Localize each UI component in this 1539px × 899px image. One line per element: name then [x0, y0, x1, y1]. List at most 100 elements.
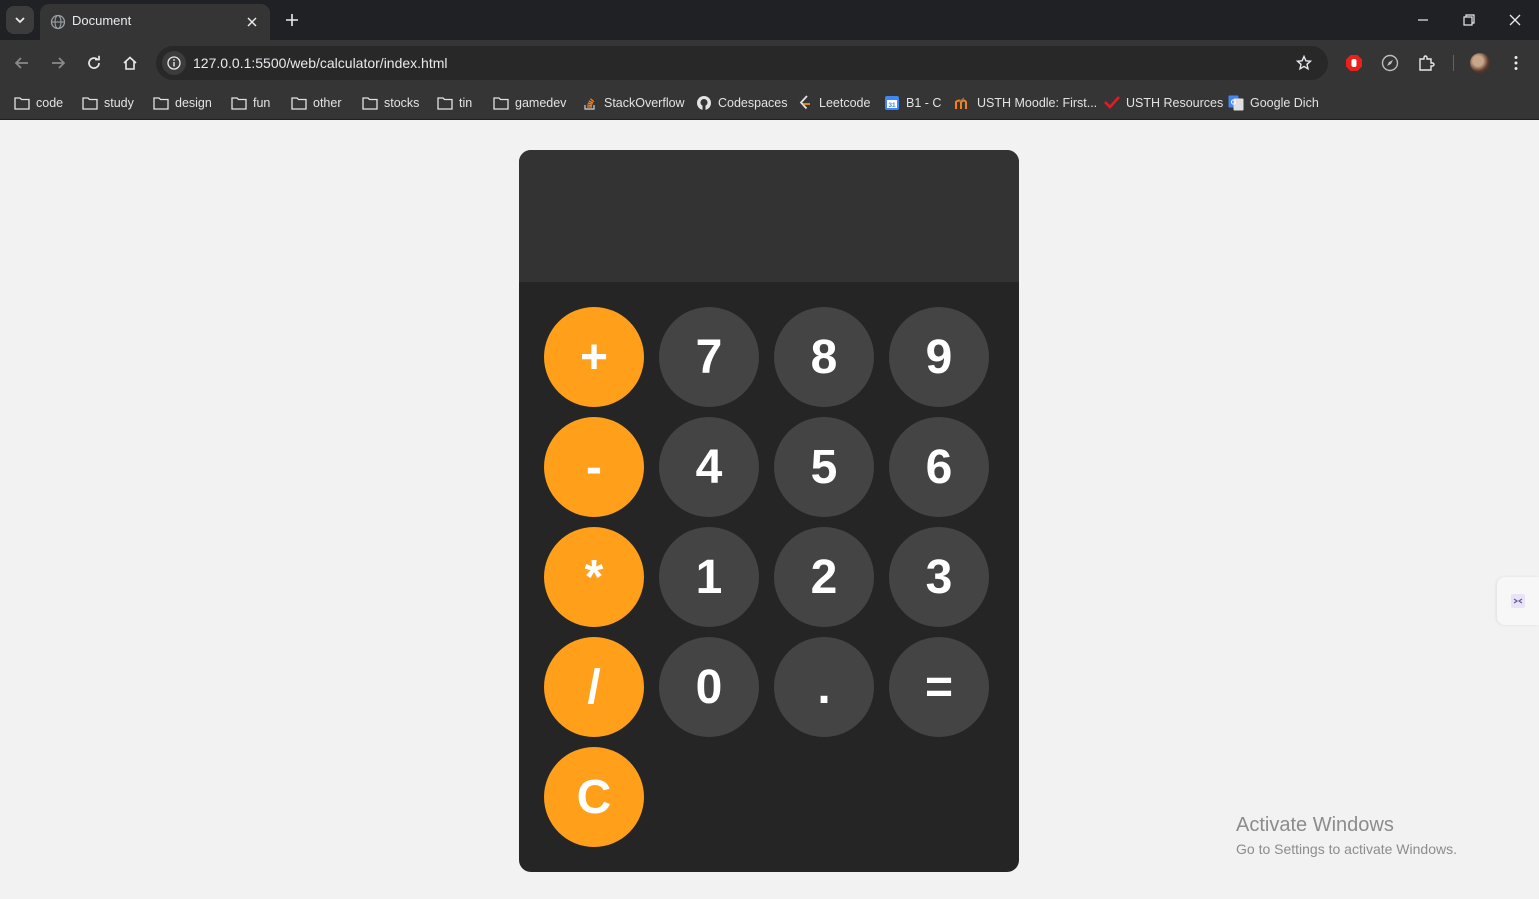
site-info-button[interactable]: [162, 51, 186, 75]
folder-icon: [291, 95, 307, 111]
bookmark-label: design: [175, 96, 212, 110]
bookmark-label: stocks: [384, 96, 420, 110]
equals-button[interactable]: =: [889, 637, 989, 737]
three-button[interactable]: 3: [889, 527, 989, 627]
info-icon: [167, 56, 181, 70]
arrow-right-icon: [52, 57, 66, 69]
two-button[interactable]: 2: [774, 527, 874, 627]
check-icon: [1104, 95, 1120, 111]
bookmark-label: tin: [459, 96, 473, 110]
minus-button[interactable]: -: [544, 417, 644, 517]
seven-button[interactable]: 7: [659, 307, 759, 407]
bookmark-folder-code[interactable]: code: [14, 93, 63, 113]
bookmark-label: StackOverflow: [604, 96, 685, 110]
reload-button[interactable]: [80, 49, 108, 77]
zero-button[interactable]: 0: [659, 637, 759, 737]
bookmark-b1-c[interactable]: 31 B1 - C: [884, 93, 941, 113]
bookmark-label: gamedev: [515, 96, 567, 110]
bookmark-folder-fun[interactable]: fun: [231, 93, 270, 113]
github-icon: [696, 95, 712, 111]
bookmark-codespaces[interactable]: Codespaces: [696, 93, 788, 113]
browser-tab[interactable]: Document: [40, 4, 270, 40]
address-bar[interactable]: 127.0.0.1:5500/web/calculator/index.html: [156, 46, 1328, 80]
tab-search-button[interactable]: [6, 6, 34, 34]
folder-icon: [362, 95, 378, 111]
bookmark-folder-study[interactable]: study: [82, 93, 134, 113]
compass-icon: [1381, 54, 1399, 72]
extension-adblock-button[interactable]: [1342, 51, 1366, 75]
close-window-button[interactable]: [1492, 0, 1538, 40]
browser-menu-button[interactable]: [1504, 51, 1528, 75]
stop-hand-icon: [1346, 55, 1362, 71]
chevron-down-icon: [15, 17, 25, 24]
google-translate-icon: G: [1228, 95, 1244, 111]
bookmark-usth-moodle[interactable]: USTH Moodle: First...: [955, 93, 1097, 113]
bookmark-label: B1 - C: [906, 96, 942, 110]
browser-toolbar: 127.0.0.1:5500/web/calculator/index.html: [0, 40, 1539, 86]
more-vertical-icon: [1514, 56, 1518, 70]
globe-icon: [50, 14, 66, 30]
close-icon: [1509, 14, 1521, 26]
bookmark-folder-other[interactable]: other: [291, 93, 342, 113]
bookmark-star-button[interactable]: [1294, 53, 1314, 73]
bookmark-usth-resources[interactable]: USTH Resources: [1104, 93, 1223, 113]
back-button[interactable]: [8, 49, 36, 77]
svg-text:31: 31: [888, 102, 896, 109]
bookmark-folder-stocks[interactable]: stocks: [362, 93, 419, 113]
folder-icon: [437, 95, 453, 111]
folder-icon: [82, 95, 98, 111]
bookmark-folder-design[interactable]: design: [153, 93, 212, 113]
five-button[interactable]: 5: [774, 417, 874, 517]
bookmark-label: study: [104, 96, 134, 110]
bookmark-google-dich[interactable]: G Google Dich: [1228, 93, 1319, 113]
profile-avatar[interactable]: [1470, 53, 1490, 73]
folder-icon: [153, 95, 169, 111]
extension-compass-button[interactable]: [1378, 51, 1402, 75]
folder-icon: [14, 95, 30, 111]
url-text[interactable]: 127.0.0.1:5500/web/calculator/index.html: [193, 55, 448, 71]
divide-button[interactable]: /: [544, 637, 644, 737]
calculator-display: [519, 150, 1019, 282]
moodle-icon: [955, 95, 971, 111]
six-button[interactable]: 6: [889, 417, 989, 517]
bookmark-stackoverflow[interactable]: StackOverflow: [582, 93, 685, 113]
plus-button[interactable]: +: [544, 307, 644, 407]
bookmark-label: USTH Moodle: First...: [977, 96, 1098, 110]
tab-close-button[interactable]: [242, 12, 262, 32]
eight-button[interactable]: 8: [774, 307, 874, 407]
home-button[interactable]: [116, 49, 144, 77]
bookmark-label: Leetcode: [819, 96, 871, 110]
bookmark-folder-tin[interactable]: tin: [437, 93, 472, 113]
bookmark-label: Google Dich: [1250, 96, 1319, 110]
star-icon: [1296, 55, 1312, 71]
folder-icon: [493, 95, 509, 111]
extensions-button[interactable]: [1414, 51, 1438, 75]
bookmark-label: Codespaces: [718, 96, 788, 110]
four-button[interactable]: 4: [659, 417, 759, 517]
new-tab-button[interactable]: [280, 8, 304, 32]
decimal-button[interactable]: .: [774, 637, 874, 737]
side-panel-toggle[interactable]: [1497, 577, 1539, 625]
toolbar-separator: [1453, 55, 1454, 71]
svg-text:G: G: [1231, 100, 1237, 107]
bookmarks-bar: code study design fun other stocks tin g…: [0, 86, 1539, 120]
one-button[interactable]: 1: [659, 527, 759, 627]
close-icon: [247, 17, 257, 27]
bookmark-leetcode[interactable]: Leetcode: [797, 93, 870, 113]
bookmark-label: fun: [253, 96, 271, 110]
minimize-button[interactable]: [1400, 0, 1446, 40]
arrow-left-icon: [14, 57, 28, 69]
clear-button[interactable]: C: [544, 747, 644, 847]
bookmark-label: USTH Resources: [1126, 96, 1224, 110]
nine-button[interactable]: 9: [889, 307, 989, 407]
folder-icon: [231, 95, 247, 111]
home-icon: [123, 56, 137, 70]
bookmark-folder-gamedev[interactable]: gamedev: [493, 93, 566, 113]
multiply-button[interactable]: *: [544, 527, 644, 627]
watermark-title: Activate Windows: [1236, 814, 1394, 836]
stackoverflow-icon: [582, 95, 598, 111]
windows-activation-watermark: Activate Windows Go to Settings to activ…: [1236, 814, 1457, 857]
restore-button[interactable]: [1446, 0, 1492, 40]
calculator: + 7 8 9 - 4 5 6 * 1 2 3 / 0 . = C: [519, 150, 1019, 872]
forward-button[interactable]: [44, 49, 72, 77]
